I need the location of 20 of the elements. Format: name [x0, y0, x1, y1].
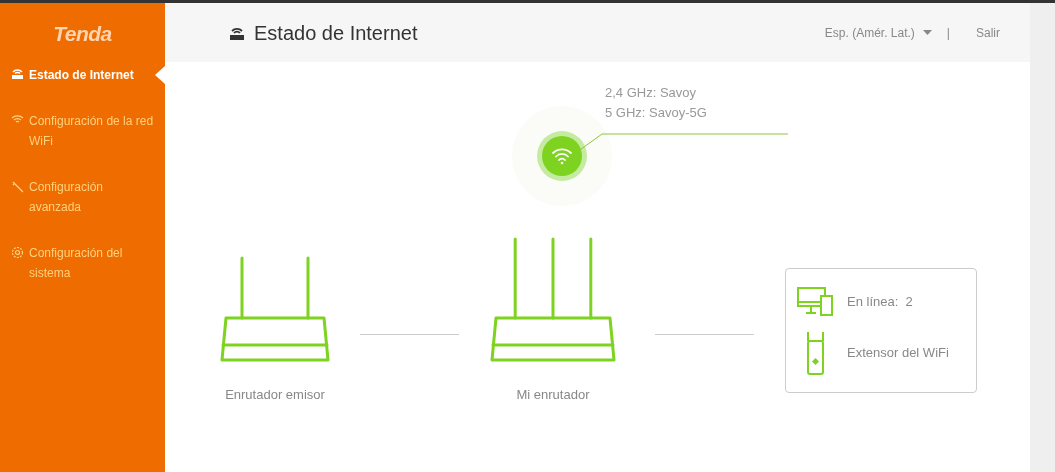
router-label: Mi enrutador [516, 386, 590, 404]
ssid-text: 5 GHz: Savoy-5G [605, 104, 707, 122]
caret-icon [922, 30, 932, 35]
sidebar-item[interactable]: Configuración avanzada [0, 177, 165, 217]
devices-icon [797, 286, 834, 317]
extender-label: Extensor del WiFi [847, 343, 949, 362]
online-count: En línea: 2 [847, 292, 913, 311]
logout-link[interactable]: Salir [976, 23, 1000, 42]
sidebar-item[interactable]: Configuración del sistema [0, 243, 165, 283]
ssid-text: 2,4 GHz: Savoy [605, 84, 698, 102]
sidebar-item[interactable]: Configuración de la red WiFi [0, 111, 165, 151]
router-icon [11, 68, 24, 80]
language-dropdown[interactable]: Esp. (Amér. Lat.) [824, 23, 932, 42]
logo: Tenda [53, 21, 112, 48]
separator: | [946, 24, 950, 42]
wifi-icon [11, 114, 24, 125]
page-title: Estado de Internet [254, 20, 418, 46]
gear-icon [11, 246, 24, 259]
router-label: Enrutador emisor [225, 386, 325, 404]
wifi-icon [551, 147, 573, 165]
